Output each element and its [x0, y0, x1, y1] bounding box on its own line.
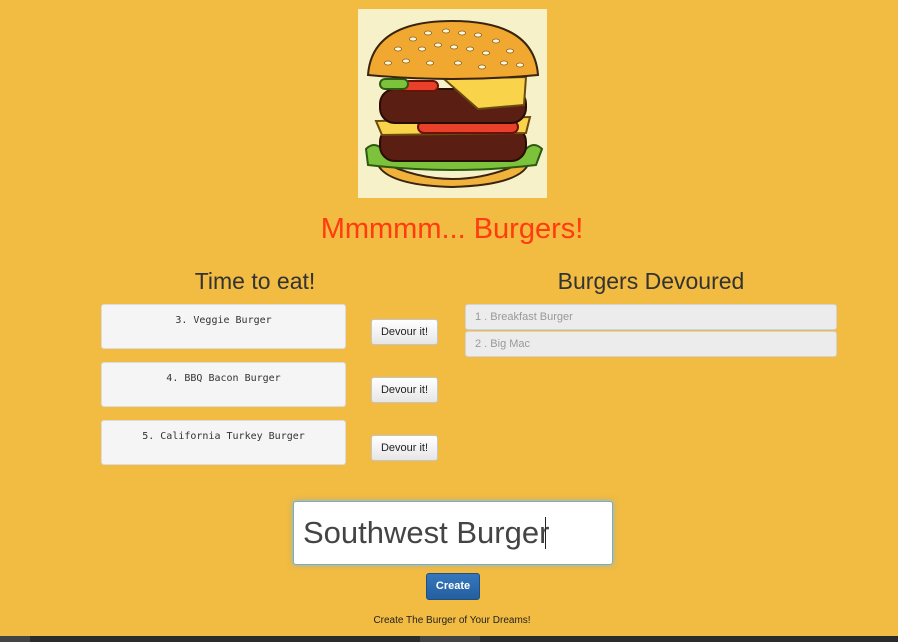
page-title: Mmmmm... Burgers!: [320, 213, 584, 245]
taskbar-segment: [420, 636, 480, 642]
burger-item: 3. Veggie Burger: [101, 304, 346, 349]
taskbar: [0, 636, 898, 642]
devour-button[interactable]: Devour it!: [371, 319, 438, 345]
burger-logo: [358, 9, 547, 198]
devoured-item: 2 . Big Mac: [465, 331, 837, 357]
taskbar-segment: [0, 636, 30, 642]
burger-icon: [358, 9, 547, 198]
devoured-item: 1 . Breakfast Burger: [465, 304, 837, 330]
tagline: Create The Burger of Your Dreams!: [373, 615, 531, 626]
create-button[interactable]: Create: [426, 573, 480, 600]
devoured-heading: Burgers Devoured: [557, 268, 745, 294]
text-caret: [545, 517, 546, 549]
to-eat-heading: Time to eat!: [194, 268, 316, 294]
burger-name-input[interactable]: [293, 501, 613, 565]
burger-item: 4. BBQ Bacon Burger: [101, 362, 346, 407]
burger-item: 5. California Turkey Burger: [101, 420, 346, 465]
devour-button[interactable]: Devour it!: [371, 435, 438, 461]
devour-button[interactable]: Devour it!: [371, 377, 438, 403]
